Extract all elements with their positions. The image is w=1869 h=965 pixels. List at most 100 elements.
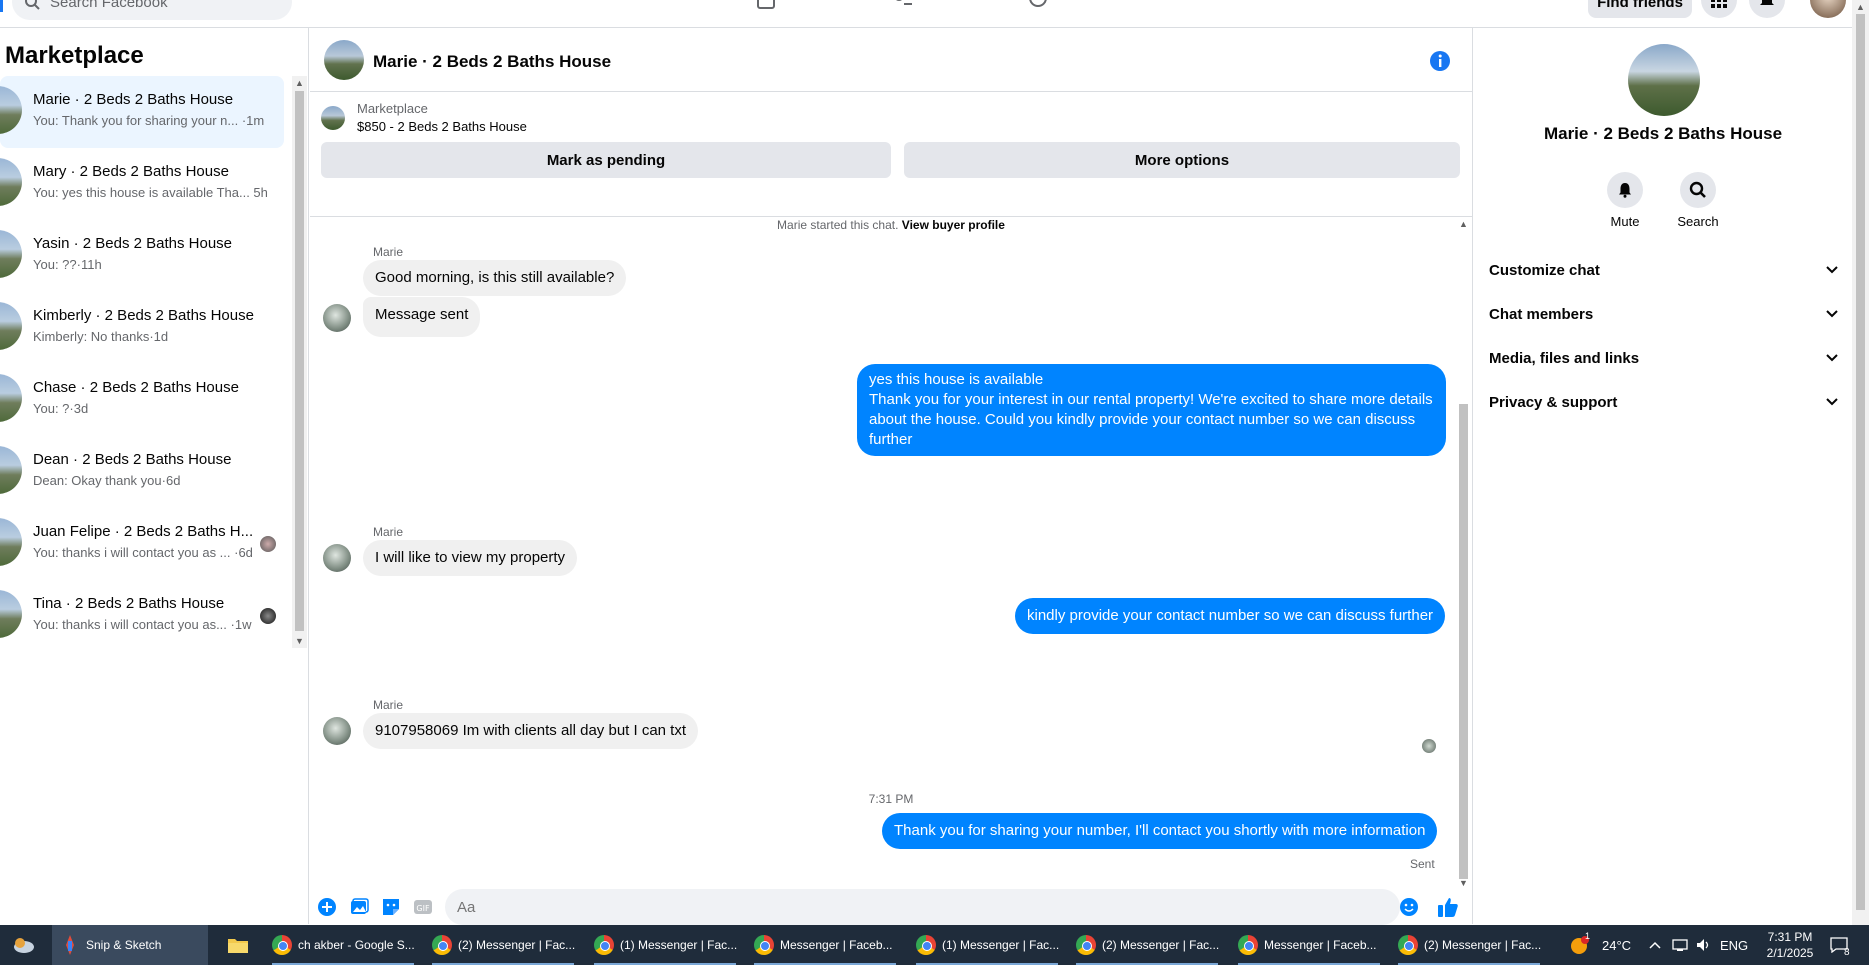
language-indicator[interactable]: ENG <box>1720 925 1748 965</box>
sender-avatar[interactable] <box>323 304 351 332</box>
thread-scrollbar[interactable]: ▲ ▼ <box>1456 217 1470 889</box>
volume-icon[interactable] <box>1696 925 1712 965</box>
scrollbar-thumb[interactable] <box>1459 404 1468 879</box>
sender-avatar[interactable] <box>323 717 351 745</box>
conversation-name: Mary · 2 Beds 2 Baths House <box>33 163 229 180</box>
taskbar-item-chrome-8[interactable]: (2) Messenger | Fac... <box>1394 925 1544 965</box>
more-options-button[interactable]: More options <box>904 142 1460 178</box>
search-in-chat-button[interactable]: Search <box>1668 172 1728 229</box>
sender-name: Marie <box>373 698 404 712</box>
gif-icon[interactable]: GIF <box>412 896 434 918</box>
search-icon <box>25 0 40 10</box>
taskbar-label: (1) Messenger | Fac... <box>942 938 1060 952</box>
windows-taskbar: Snip & Sketch ch akber - Google S... (2)… <box>0 925 1869 965</box>
mark-as-pending-button[interactable]: Mark as pending <box>321 142 891 178</box>
chrome-icon <box>1398 935 1418 955</box>
conversation-name: Tina · 2 Beds 2 Baths House <box>33 595 225 612</box>
scroll-up-arrow-icon[interactable]: ▲ <box>295 78 304 88</box>
search-placeholder: Search Facebook <box>50 0 168 11</box>
customize-chat-section[interactable]: Customize chat <box>1489 248 1839 292</box>
file-explorer-icon[interactable] <box>222 925 254 965</box>
outgoing-message[interactable]: kindly provide your contact number so we… <box>1015 598 1446 634</box>
clock[interactable]: 7:31 PM 2/1/2025 <box>1755 925 1825 965</box>
sender-avatar[interactable] <box>323 544 351 572</box>
photo-icon[interactable] <box>348 896 370 918</box>
conversation-snippet: Kimberly: No thanks·1d <box>33 329 169 344</box>
plus-circle-icon[interactable] <box>316 896 338 918</box>
friends-icon[interactable] <box>888 0 916 10</box>
chevron-down-icon <box>1826 398 1838 406</box>
taskbar-label: Snip & Sketch <box>86 938 162 952</box>
page-scrollbar[interactable]: ▲ <box>1852 0 1869 925</box>
search-facebook-input[interactable]: Search Facebook <box>12 0 292 20</box>
home-icon[interactable] <box>752 0 780 10</box>
menu-grid-icon[interactable] <box>1701 0 1737 18</box>
mute-label: Mute <box>1610 214 1640 229</box>
conversation-item-dean[interactable]: Dean · 2 Beds 2 Baths House Dean: Okay t… <box>0 436 284 508</box>
chat-panel: Marie · 2 Beds 2 Baths House Marketplace… <box>310 28 1472 925</box>
view-buyer-profile-link[interactable]: View buyer profile <box>902 218 1005 232</box>
incoming-message[interactable]: Good morning, is this still available? <box>363 260 627 296</box>
facebook-logo-edge[interactable] <box>0 0 3 12</box>
listing-title[interactable]: $850 - 2 Beds 2 Baths House <box>357 119 527 134</box>
sidebar-title: Marketplace <box>5 42 144 69</box>
sender-name: Marie <box>373 245 404 259</box>
scroll-up-arrow-icon[interactable]: ▲ <box>1856 2 1865 12</box>
weather-widget[interactable]: 1 24°C <box>1570 925 1631 965</box>
account-avatar[interactable] <box>1810 0 1846 18</box>
conversation-item-marie[interactable]: Marie · 2 Beds 2 Baths House You: Thank … <box>0 76 284 148</box>
taskbar-item-chrome-5[interactable]: (1) Messenger | Fac... <box>912 925 1062 965</box>
outgoing-message[interactable]: Thank you for sharing your number, I'll … <box>882 813 1438 849</box>
listing-thumbnail[interactable] <box>321 106 345 130</box>
mute-button[interactable]: Mute <box>1595 172 1655 229</box>
emoji-icon[interactable] <box>1398 896 1420 918</box>
media-files-links-section[interactable]: Media, files and links <box>1489 336 1839 380</box>
conversation-avatar <box>0 230 22 278</box>
incoming-message[interactable]: 9107958069 Im with clients all day but I… <box>363 713 699 749</box>
contact-avatar[interactable] <box>1628 44 1700 116</box>
conversation-snippet: You: ??·11h <box>33 257 102 272</box>
taskbar-item-chrome-4[interactable]: Messenger | Faceb... <box>750 925 900 965</box>
scrollbar-thumb[interactable] <box>295 91 304 631</box>
info-icon[interactable] <box>1429 50 1451 72</box>
taskbar-item-snip-sketch[interactable]: Snip & Sketch <box>52 925 208 965</box>
conversation-item-kimberly[interactable]: Kimberly · 2 Beds 2 Baths House Kimberly… <box>0 292 284 364</box>
conversation-item-yasin[interactable]: Yasin · 2 Beds 2 Baths House You: ??·11h <box>0 220 284 292</box>
conversation-item-tina[interactable]: Tina · 2 Beds 2 Baths House You: thanks … <box>0 580 284 652</box>
conversation-item-chase[interactable]: Chase · 2 Beds 2 Baths House You: ?·3d <box>0 364 284 436</box>
chat-members-section[interactable]: Chat members <box>1489 292 1839 336</box>
incoming-message[interactable]: Message sent <box>363 297 481 337</box>
privacy-support-section[interactable]: Privacy & support <box>1489 380 1839 424</box>
conversation-item-juan-felipe[interactable]: Juan Felipe · 2 Beds 2 Baths H... You: t… <box>0 508 284 580</box>
chat-title[interactable]: Marie · 2 Beds 2 Baths House <box>373 52 611 72</box>
notification-center-icon[interactable]: 8 <box>1830 925 1850 965</box>
message-text-field[interactable] <box>457 898 1337 916</box>
message-input[interactable] <box>445 889 1400 925</box>
scroll-down-arrow-icon[interactable]: ▼ <box>295 636 304 646</box>
sticker-icon[interactable] <box>380 896 402 918</box>
taskbar-item-chrome-3[interactable]: (1) Messenger | Fac... <box>590 925 740 965</box>
notifications-bell-icon[interactable] <box>1749 0 1785 18</box>
taskbar-item-chrome-2[interactable]: (2) Messenger | Fac... <box>428 925 578 965</box>
scrollbar-thumb[interactable] <box>1856 14 1865 910</box>
sidebar-scrollbar[interactable]: ▲ ▼ <box>292 76 307 648</box>
thumbs-up-icon[interactable] <box>1437 896 1459 918</box>
taskbar-item-chrome-1[interactable]: ch akber - Google S... <box>268 925 418 965</box>
groups-icon[interactable] <box>1024 0 1052 10</box>
scroll-up-arrow-icon[interactable]: ▲ <box>1459 219 1468 229</box>
search-icon <box>1680 172 1716 208</box>
show-hidden-icons-chevron-icon[interactable] <box>1648 925 1662 965</box>
taskbar-item-chrome-7[interactable]: Messenger | Faceb... <box>1234 925 1384 965</box>
chevron-down-icon <box>1826 310 1838 318</box>
find-friends-button[interactable]: Find friends <box>1588 0 1692 18</box>
chrome-icon <box>1238 935 1258 955</box>
network-icon[interactable] <box>1672 925 1688 965</box>
chevron-down-icon <box>1826 266 1838 274</box>
conversation-item-mary[interactable]: Mary · 2 Beds 2 Baths House You: yes thi… <box>0 148 284 220</box>
outgoing-message[interactable]: yes this house is available Thank you fo… <box>857 364 1446 456</box>
start-weather-icon[interactable] <box>12 925 44 965</box>
incoming-message[interactable]: I will like to view my property <box>363 540 578 576</box>
chat-avatar[interactable] <box>324 40 364 80</box>
scroll-down-arrow-icon[interactable]: ▼ <box>1459 878 1468 888</box>
taskbar-item-chrome-6[interactable]: (2) Messenger | Fac... <box>1072 925 1222 965</box>
